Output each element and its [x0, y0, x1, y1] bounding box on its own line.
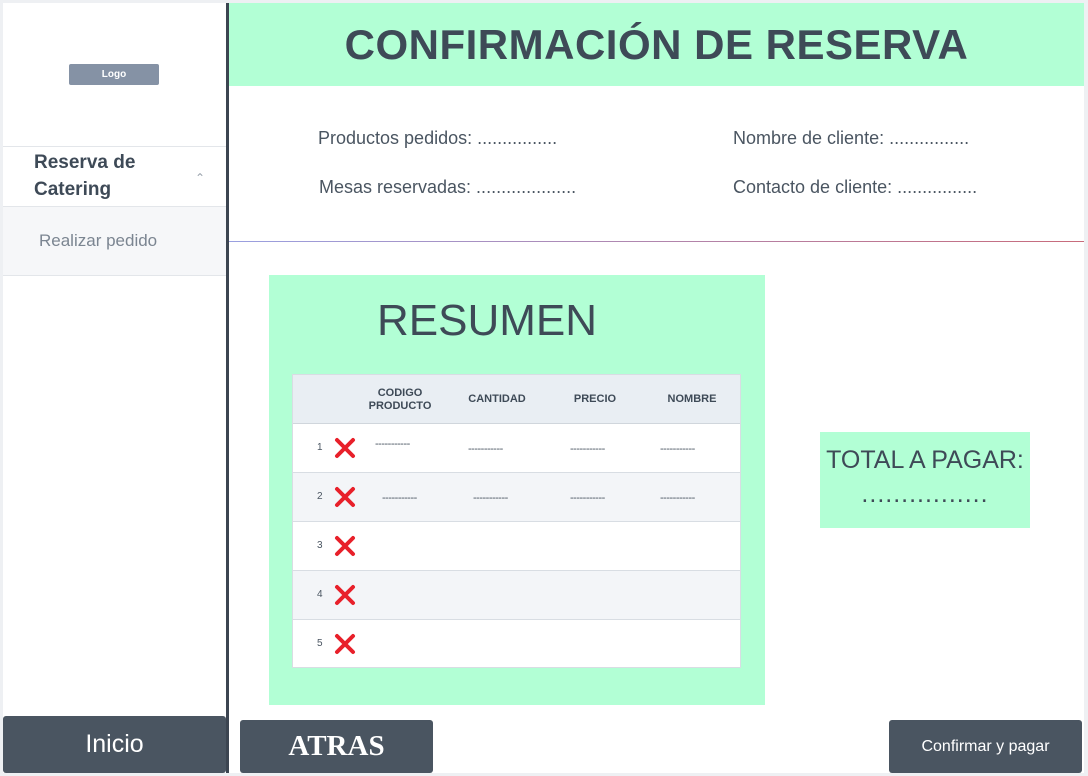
cell-precio: -----------: [570, 492, 605, 504]
client-contact-field: Contacto de cliente: ................: [733, 177, 978, 197]
header-band: CONFIRMACIÓN DE RESERVA: [229, 3, 1084, 86]
row-number: 2: [317, 491, 323, 502]
total-box: TOTAL A PAGAR: ................: [820, 432, 1030, 528]
sidebar-item-label: Realizar pedido: [39, 231, 158, 250]
close-x-icon[interactable]: [333, 436, 357, 460]
close-x-icon[interactable]: [333, 583, 357, 607]
column-header-cantidad: CANTIDAD: [468, 393, 526, 405]
sidebar-item-realizar-pedido[interactable]: Realizar pedido: [3, 207, 226, 275]
table-row: 1 ----------- ----------- ----------- --…: [293, 424, 740, 473]
back-button[interactable]: ATRAS: [240, 720, 433, 773]
column-header-codigo: CODIGO PRODUCTO: [368, 386, 432, 412]
tables-reserved-field: Mesas reservadas: ....................: [319, 177, 577, 197]
table-row: 4: [293, 571, 740, 620]
summary-panel: RESUMEN CODIGO PRODUCTO CANTIDAD PRECIO …: [269, 275, 765, 705]
close-x-icon[interactable]: [333, 485, 357, 509]
row-number: 5: [317, 638, 323, 649]
cell-codigo: -----------: [375, 438, 410, 450]
table-row: 3: [293, 522, 740, 571]
column-header-nombre: NOMBRE: [667, 393, 717, 405]
cell-cantidad: -----------: [468, 443, 503, 455]
chevron-up-icon[interactable]: ⌃: [195, 171, 205, 185]
row-number: 4: [317, 589, 323, 600]
summary-table: CODIGO PRODUCTO CANTIDAD PRECIO NOMBRE 1…: [292, 374, 741, 668]
cell-nombre: -----------: [660, 492, 695, 504]
cell-codigo: -----------: [382, 492, 417, 504]
cell-precio: -----------: [570, 443, 605, 455]
row-number: 1: [317, 442, 323, 453]
sidebar: Logo Reserva de Catering ⌃ Realizar pedi…: [3, 3, 226, 773]
table-row: 2 ----------- ----------- ----------- --…: [293, 473, 740, 522]
divider: [3, 146, 226, 147]
confirm-and-pay-button[interactable]: Confirmar y pagar: [889, 720, 1082, 773]
sidebar-divider: [226, 3, 229, 773]
table-row: 5: [293, 620, 740, 669]
client-name-field: Nombre de cliente: ................: [733, 128, 970, 148]
close-x-icon[interactable]: [333, 534, 357, 558]
logo: Logo: [69, 64, 159, 85]
summary-title: RESUMEN: [376, 296, 598, 345]
column-header-precio: PRECIO: [573, 393, 617, 405]
page-title: CONFIRMACIÓN DE RESERVA: [344, 20, 969, 68]
home-button[interactable]: Inicio: [3, 716, 226, 773]
cell-cantidad: -----------: [473, 492, 508, 504]
close-x-icon[interactable]: [333, 632, 357, 656]
section-divider: [229, 241, 1084, 242]
table-header: CODIGO PRODUCTO CANTIDAD PRECIO NOMBRE: [293, 375, 740, 424]
cell-nombre: -----------: [660, 443, 695, 455]
total-value: ................: [861, 480, 989, 508]
products-ordered-field: Productos pedidos: ................: [318, 128, 558, 148]
total-label: TOTAL A PAGAR:: [826, 446, 1024, 474]
app-window: Logo Reserva de Catering ⌃ Realizar pedi…: [3, 3, 1084, 773]
divider: [3, 275, 226, 276]
sidebar-section-reserva-catering[interactable]: Reserva de Catering: [34, 149, 184, 203]
row-number: 3: [317, 540, 323, 551]
